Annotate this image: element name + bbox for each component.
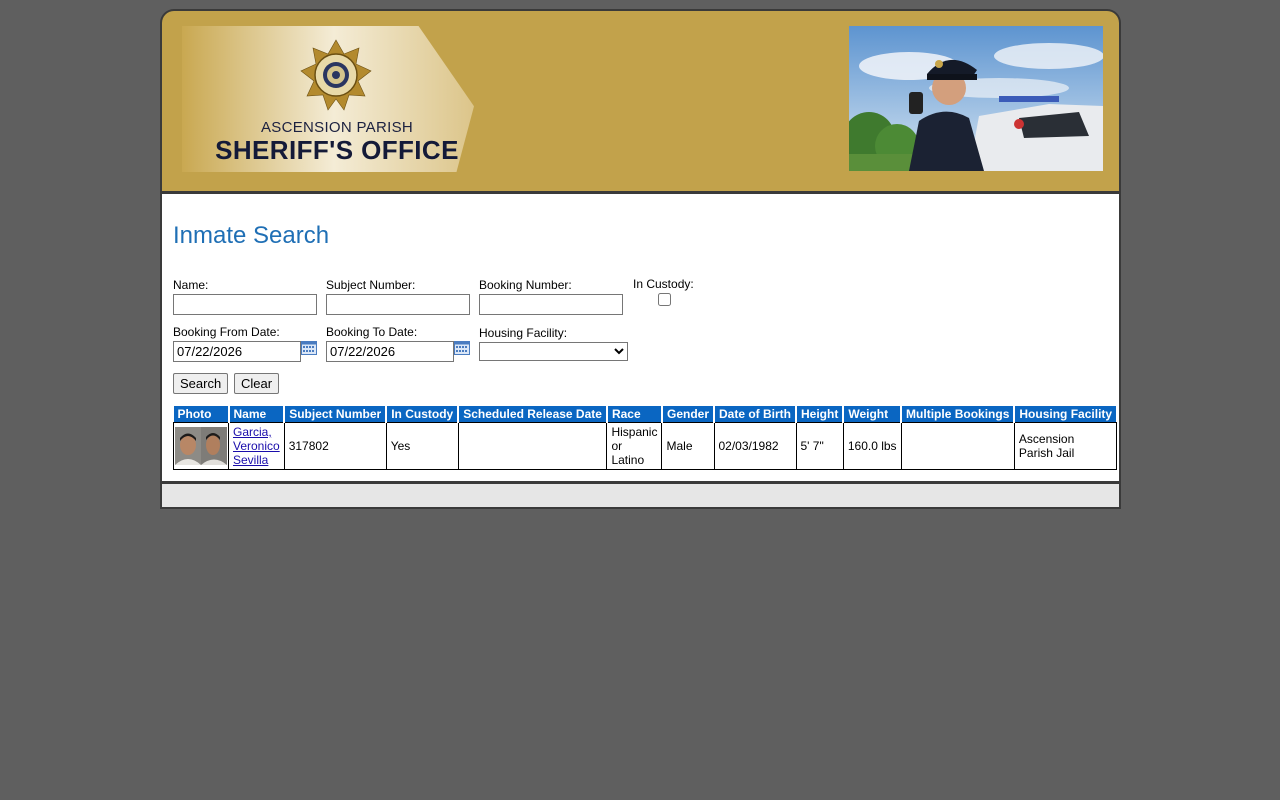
- calendar-icon[interactable]: [454, 341, 470, 355]
- col-header-subject-number: Subject Number: [284, 406, 388, 423]
- housing-facility-field-group: Housing Facility:: [479, 326, 628, 361]
- table-row: Garcia, Veronico Sevilla 317802 Yes Hisp…: [173, 422, 1117, 470]
- col-header-multiple-bookings: Multiple Bookings: [901, 406, 1016, 423]
- main-content: Inmate Search Name: Subject Number: Book…: [160, 194, 1121, 481]
- weight-cell: 160.0 lbs: [842, 422, 902, 470]
- col-header-gender: Gender: [661, 406, 716, 423]
- sheriff-badge-icon: [300, 39, 372, 111]
- inmate-mugshot[interactable]: [175, 427, 227, 465]
- search-button[interactable]: Search: [173, 373, 229, 394]
- col-header-housing-facility: Housing Facility: [1014, 406, 1117, 423]
- table-header-row: Photo Name Subject Number In Custody Sch…: [173, 406, 1117, 423]
- col-header-height: Height: [796, 406, 845, 423]
- housing-facility-select[interactable]: [479, 342, 628, 361]
- in-custody-checkbox[interactable]: [658, 293, 671, 306]
- in-custody-label: In Custody:: [633, 277, 694, 291]
- results-table: Photo Name Subject Number In Custody Sch…: [173, 406, 1117, 470]
- col-header-race: Race: [606, 406, 663, 423]
- booking-from-input[interactable]: [173, 341, 301, 362]
- booking-number-label: Booking Number:: [479, 278, 572, 292]
- release-date-cell: [457, 422, 608, 470]
- calendar-icon[interactable]: [301, 341, 317, 355]
- inmate-name-link[interactable]: Garcia, Veronico Sevilla: [233, 425, 280, 467]
- dob-cell: 02/03/1982: [713, 422, 797, 470]
- name-field-group: Name:: [173, 278, 317, 315]
- name-input[interactable]: [173, 294, 317, 315]
- multiple-bookings-cell: [900, 422, 1015, 470]
- page-title: Inmate Search: [173, 222, 330, 249]
- height-cell: 5' 7": [795, 422, 844, 470]
- col-header-photo: Photo: [173, 406, 230, 423]
- col-header-name: Name: [228, 406, 286, 423]
- booking-number-input[interactable]: [479, 294, 623, 315]
- page-container: ASCENSION PARISH SHERIFF'S OFFICE Inmate…: [160, 9, 1121, 509]
- race-cell: Hispanic or Latino: [606, 422, 663, 470]
- site-footer: [160, 481, 1121, 509]
- subject-number-label: Subject Number:: [326, 278, 416, 292]
- col-header-dob: Date of Birth: [714, 406, 797, 423]
- inmate-name-cell: Garcia, Veronico Sevilla: [228, 422, 285, 470]
- booking-to-input[interactable]: [326, 341, 454, 362]
- logo-parish-text: ASCENSION PARISH: [260, 119, 414, 136]
- in-custody-cell: Yes: [385, 422, 459, 470]
- booking-to-label: Booking To Date:: [326, 325, 418, 339]
- sheriff-logo[interactable]: ASCENSION PARISH SHERIFF'S OFFICE: [182, 26, 474, 172]
- name-label: Name:: [173, 278, 209, 292]
- gender-cell: Male: [661, 422, 715, 470]
- col-header-in-custody: In Custody: [386, 406, 460, 423]
- housing-facility-cell: Ascension Parish Jail: [1013, 422, 1117, 470]
- booking-from-field-group: Booking From Date:: [173, 325, 317, 362]
- header-officer-photo: [849, 26, 1103, 171]
- booking-number-field-group: Booking Number:: [479, 278, 623, 315]
- inmate-photo-cell: [173, 422, 229, 470]
- booking-from-label: Booking From Date:: [173, 325, 280, 339]
- subject-number-cell: 317802: [283, 422, 387, 470]
- site-header: ASCENSION PARISH SHERIFF'S OFFICE: [160, 9, 1121, 194]
- clear-button[interactable]: Clear: [234, 373, 280, 394]
- booking-to-field-group: Booking To Date:: [326, 325, 470, 362]
- subject-number-input[interactable]: [326, 294, 470, 315]
- subject-number-field-group: Subject Number:: [326, 278, 470, 315]
- col-header-weight: Weight: [843, 406, 903, 423]
- col-header-release-date: Scheduled Release Date: [458, 406, 608, 423]
- logo-office-text: SHERIFF'S OFFICE: [215, 135, 459, 165]
- housing-facility-label: Housing Facility:: [479, 326, 568, 340]
- in-custody-field-group: In Custody:: [633, 277, 703, 309]
